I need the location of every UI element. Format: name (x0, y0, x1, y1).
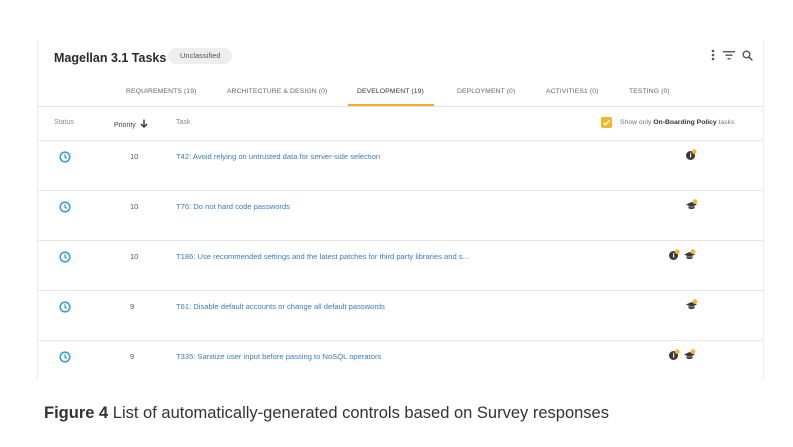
onboarding-filter-checkbox[interactable] (601, 117, 612, 128)
more-vert-icon[interactable] (710, 49, 716, 61)
header-actions (710, 49, 753, 61)
filter-icon[interactable] (723, 50, 735, 60)
table-header: Status Priority Task Show only On-Boardi… (38, 112, 763, 136)
row-priority: 10 (130, 202, 139, 211)
clock-status-icon (59, 200, 71, 218)
table-row[interactable]: 9 T61: Disable default accounts or chang… (38, 290, 763, 341)
tab-requirements[interactable]: REQUIREMENTS (19) (126, 88, 196, 95)
column-task: Task (176, 119, 191, 126)
grad-cap-icon[interactable] (683, 348, 696, 366)
column-priority[interactable]: Priority (114, 119, 148, 129)
row-icons (685, 148, 697, 166)
figure-caption-text: List of automatically-generated controls… (112, 404, 609, 422)
table-row[interactable]: 10 T186: Use recommended settings and th… (38, 240, 763, 291)
info-badge-icon[interactable] (668, 348, 680, 366)
info-badge-icon[interactable] (685, 148, 697, 166)
table-row[interactable]: 10 T76: Do not hard code passwords (38, 190, 763, 241)
page-title: Magellan 3.1 Tasks (54, 51, 167, 65)
column-status: Status (54, 119, 74, 126)
tab-activities[interactable]: ACTIVITIES1 (0) (546, 88, 599, 95)
tasks-panel: Magellan 3.1 Tasks Unclassified REQUIREM… (37, 40, 764, 380)
info-badge-icon[interactable] (668, 248, 680, 266)
active-tab-indicator (348, 104, 434, 106)
task-link[interactable]: T42: Avoid relying on untrusted data for… (176, 152, 380, 161)
tab-deployment[interactable]: DEPLOYMENT (0) (457, 88, 515, 95)
column-priority-label: Priority (114, 122, 136, 129)
figure-label: Figure 4 (44, 404, 109, 422)
figure-caption: Figure 4 List of automatically-generated… (44, 404, 609, 423)
clock-status-icon (59, 300, 71, 318)
classification-badge: Unclassified (168, 48, 233, 64)
onboarding-filter-policy: On-Boarding Policy (653, 119, 717, 126)
onboarding-filter-label: Show only On-Boarding Policy tasks (620, 119, 734, 126)
grad-cap-icon[interactable] (685, 198, 698, 216)
row-icons (668, 348, 696, 366)
row-priority: 9 (130, 352, 135, 361)
check-icon (602, 119, 611, 126)
tab-architecture-design[interactable]: ARCHITECTURE & DESIGN (0) (227, 88, 327, 95)
task-link[interactable]: T335: Sanitize user input before passing… (176, 352, 381, 361)
clock-status-icon (59, 150, 71, 168)
task-link[interactable]: T76: Do not hard code passwords (176, 202, 290, 211)
clock-status-icon (59, 250, 71, 268)
row-icons (668, 248, 696, 266)
grad-cap-icon[interactable] (685, 298, 698, 316)
clock-status-icon (59, 350, 71, 368)
search-icon[interactable] (742, 50, 753, 61)
tab-testing[interactable]: TESTING (0) (629, 88, 670, 95)
row-icons (685, 198, 698, 216)
row-priority: 10 (130, 152, 139, 161)
grad-cap-icon[interactable] (683, 248, 696, 266)
tab-bar: REQUIREMENTS (19) ARCHITECTURE & DESIGN … (38, 82, 763, 107)
task-link[interactable]: T61: Disable default accounts or change … (176, 302, 385, 311)
row-priority: 9 (130, 302, 135, 311)
arrow-down-icon (140, 119, 148, 128)
task-link[interactable]: T186: Use recommended settings and the l… (176, 252, 469, 261)
onboarding-filter-suffix: tasks (718, 119, 735, 126)
table-row[interactable]: 9 T335: Sanitize user input before passi… (38, 340, 763, 381)
tab-development[interactable]: DEVELOPMENT (19) (357, 88, 424, 95)
onboarding-filter-prefix: Show only (620, 119, 652, 126)
row-priority: 10 (130, 252, 139, 261)
table-row[interactable]: 10 T42: Avoid relying on untrusted data … (38, 140, 763, 191)
row-icons (685, 298, 698, 316)
